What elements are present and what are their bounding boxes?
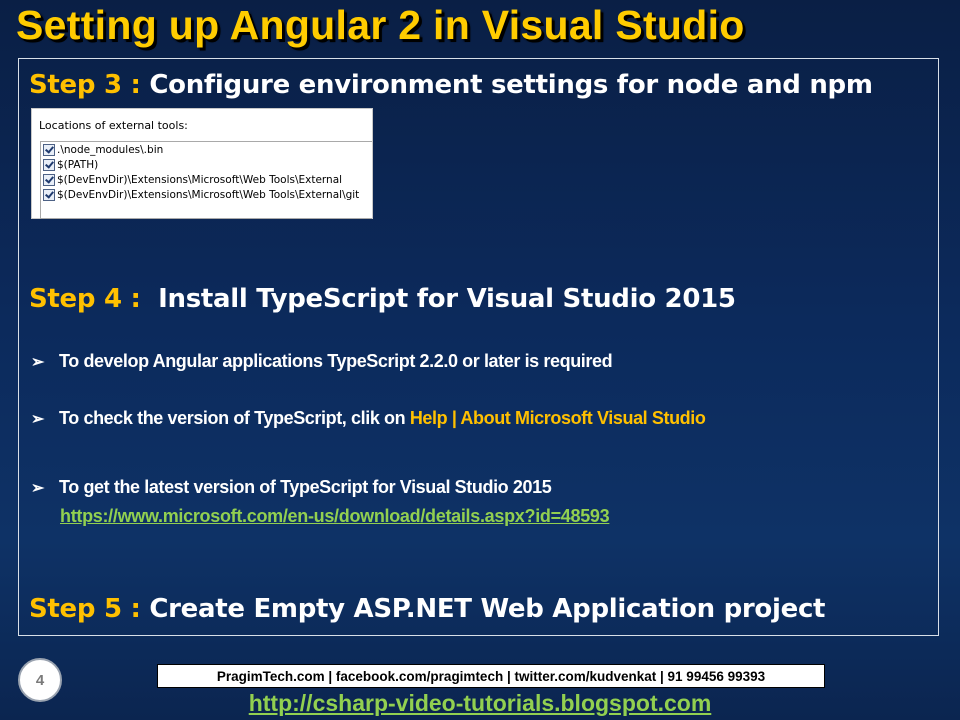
- tool-path: .\node_modules\.bin: [57, 143, 164, 156]
- arrow-bullet-icon: ➢: [31, 480, 45, 497]
- tool-path: $(DevEnvDir)\Extensions\Microsoft\Web To…: [57, 173, 343, 186]
- bullet-check-version: ➢ To check the version of TypeScript, cli…: [31, 408, 706, 429]
- arrow-bullet-icon: ➢: [31, 354, 45, 371]
- step-5-text: Create Empty ASP.NET Web Application pro…: [149, 594, 826, 624]
- bullet-text: To get the latest version of TypeScript …: [59, 477, 552, 497]
- typescript-download-link[interactable]: https://www.microsoft.com/en-us/download…: [60, 506, 610, 527]
- bullet-latest-version: ➢ To get the latest version of TypeScript…: [31, 477, 552, 498]
- step-4-text: Install TypeScript for Visual Studio 201…: [158, 284, 736, 314]
- checkbox-checked-icon[interactable]: [43, 173, 55, 186]
- step-3-heading: Step 3 : Configure environment settings …: [29, 70, 873, 100]
- external-tools-list: .\node_modules\.bin $(PATH) $(DevEnvDir)…: [40, 141, 372, 219]
- step-5-heading: Step 5 : Create Empty ASP.NET Web Applic…: [29, 594, 825, 624]
- step-3-text: Configure environment settings for node …: [149, 70, 873, 100]
- external-tools-caption: Locations of external tools:: [39, 119, 188, 132]
- tool-path: $(PATH): [57, 158, 99, 171]
- arrow-bullet-icon: ➢: [31, 411, 45, 428]
- list-item: .\node_modules\.bin: [41, 142, 372, 157]
- external-tools-panel: Locations of external tools: .\node_modu…: [31, 108, 373, 219]
- tool-path: $(DevEnvDir)\Extensions\Microsoft\Web To…: [57, 188, 360, 201]
- blog-link[interactable]: http://csharp-video-tutorials.blogspot.c…: [0, 690, 960, 717]
- bullet-text: To check the version of TypeScript, clik…: [59, 408, 410, 428]
- list-item: $(DevEnvDir)\Extensions\Microsoft\Web To…: [41, 172, 372, 187]
- help-about-menu-path: Help | About Microsoft Visual Studio: [409, 408, 706, 428]
- list-item: $(PATH): [41, 157, 372, 172]
- checkbox-checked-icon[interactable]: [43, 188, 55, 201]
- slide-title: Setting up Angular 2 in Visual Studio: [16, 2, 745, 48]
- step-5-label: Step 5 :: [29, 594, 141, 624]
- step-4-label: Step 4 :: [29, 284, 141, 314]
- step-4-heading: Step 4 : Install TypeScript for Visual S…: [29, 284, 736, 314]
- bullet-text: To develop Angular applications TypeScri…: [59, 351, 613, 371]
- step-3-label: Step 3 :: [29, 70, 141, 100]
- checkbox-checked-icon[interactable]: [43, 143, 55, 156]
- bullet-typescript-requirement: ➢ To develop Angular applications TypeScr…: [31, 351, 613, 372]
- footer-contact-bar: PragimTech.com | facebook.com/pragimtech…: [157, 664, 825, 688]
- checkbox-checked-icon[interactable]: [43, 158, 55, 171]
- list-item: $(DevEnvDir)\Extensions\Microsoft\Web To…: [41, 187, 372, 202]
